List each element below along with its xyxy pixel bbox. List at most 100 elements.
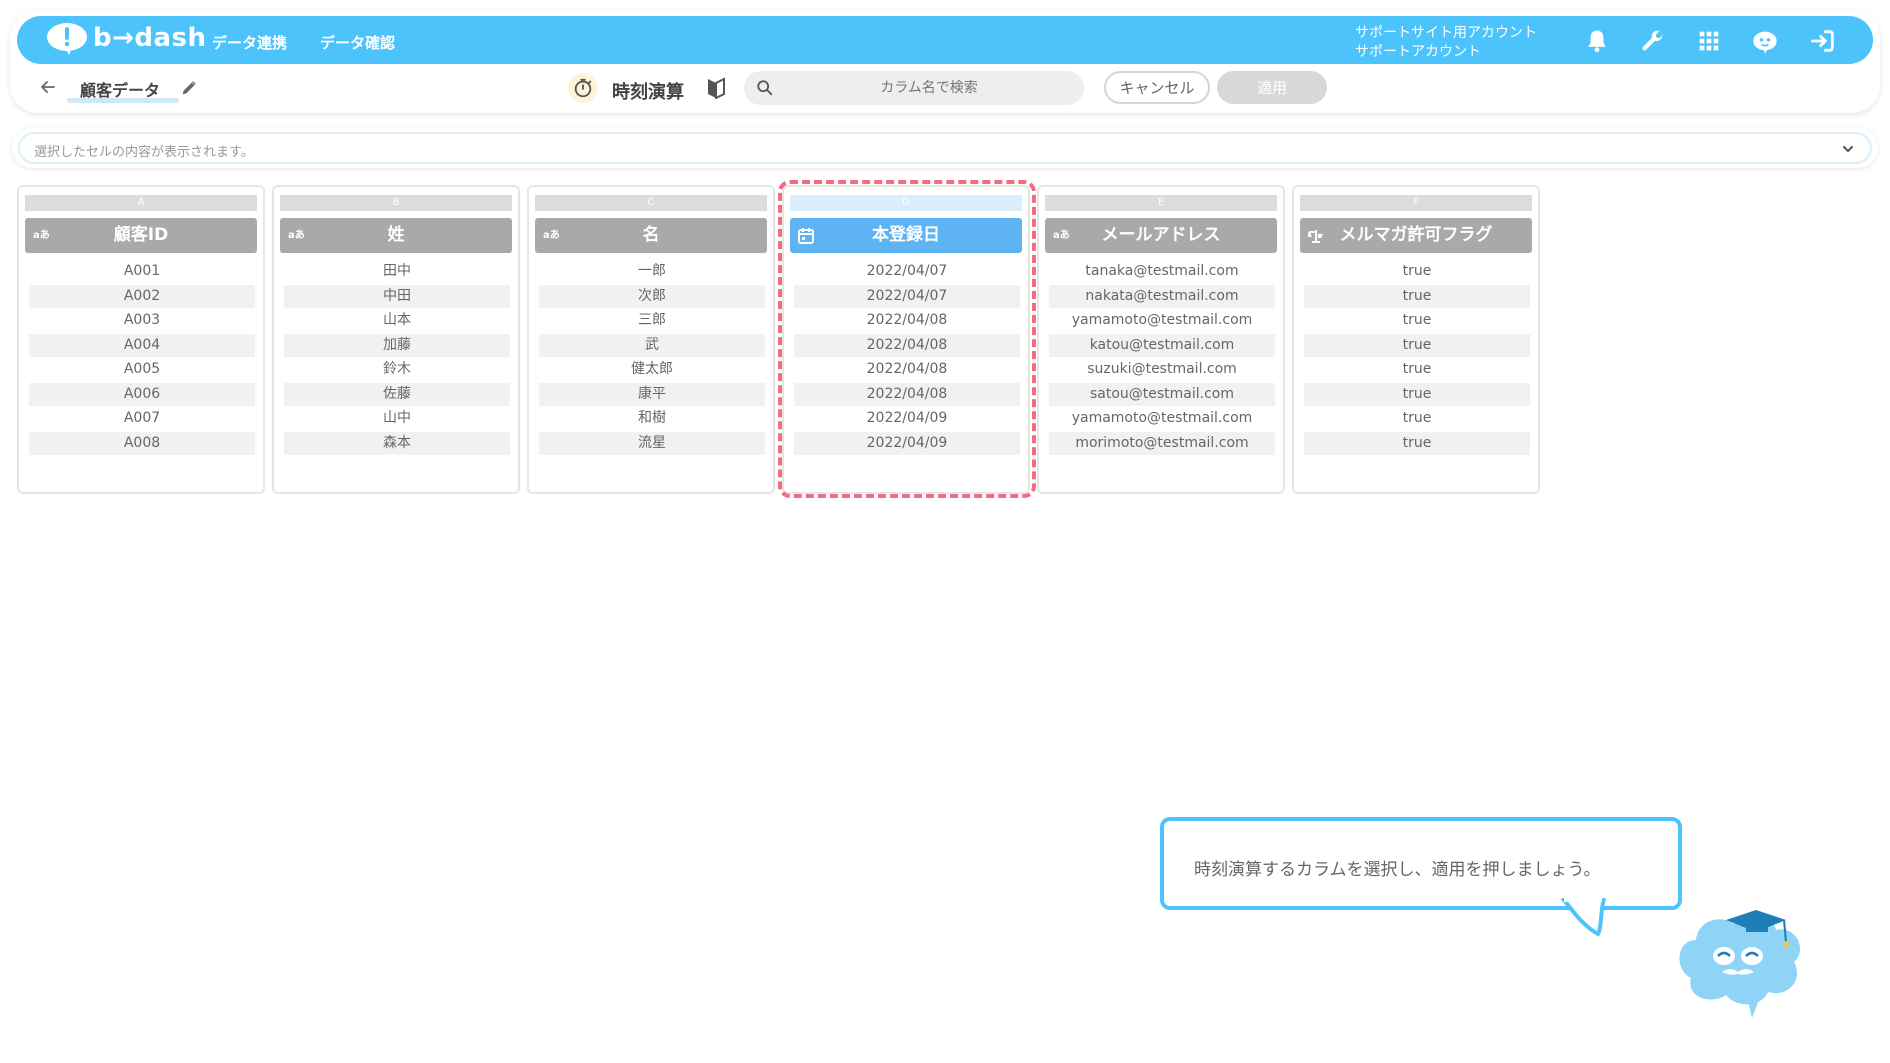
table-cell[interactable]: true — [1304, 358, 1530, 381]
account-info[interactable]: サポートサイト用アカウント サポートアカウント — [1355, 24, 1537, 62]
text-type-icon: aあ — [1053, 230, 1070, 241]
column-header[interactable]: 本登録日 — [790, 218, 1022, 253]
column-header-label: 姓 — [387, 225, 405, 245]
column-search[interactable] — [744, 71, 1084, 105]
table-cell[interactable]: A005 — [29, 358, 255, 381]
column-letter: C — [535, 195, 767, 211]
table-cell[interactable]: A002 — [29, 284, 255, 308]
account-site-name: サポートサイト用アカウント — [1355, 25, 1537, 41]
column-header[interactable]: aあ 顧客ID — [25, 218, 257, 253]
nav-data-integration[interactable]: データ連携 — [212, 32, 287, 53]
table-cell[interactable]: A001 — [29, 260, 255, 283]
stopwatch-icon — [568, 73, 598, 103]
table-cell[interactable]: true — [1304, 431, 1530, 455]
column-letter: A — [25, 195, 257, 211]
table-cell[interactable]: 山中 — [284, 407, 510, 430]
table-cell[interactable]: 2022/04/08 — [794, 382, 1020, 406]
table-cell[interactable]: 2022/04/07 — [794, 260, 1020, 283]
table-cell[interactable]: A004 — [29, 333, 255, 357]
column-letter: B — [280, 195, 512, 211]
calendar-icon — [798, 228, 814, 244]
table-cell[interactable]: 2022/04/07 — [794, 284, 1020, 308]
table-cell[interactable]: 和樹 — [539, 407, 765, 430]
account-user-name: サポートアカウント — [1355, 44, 1481, 60]
search-input[interactable] — [784, 71, 1074, 105]
column-header-label: 名 — [642, 225, 660, 245]
nav-data-check[interactable]: データ確認 — [320, 32, 395, 53]
back-arrow-icon[interactable] — [38, 77, 58, 97]
table-cell[interactable]: A008 — [29, 431, 255, 455]
table-cell[interactable]: 佐藤 — [284, 382, 510, 406]
column-header[interactable]: aあ 姓 — [280, 218, 512, 253]
table-cell[interactable]: nakata@testmail.com — [1049, 284, 1275, 308]
table-cell[interactable]: 健太郎 — [539, 358, 765, 381]
table-cell[interactable]: 中田 — [284, 284, 510, 308]
table-cell[interactable]: true — [1304, 260, 1530, 283]
panel-title: 時刻演算 — [612, 82, 684, 103]
table-cell[interactable]: 鈴木 — [284, 358, 510, 381]
bell-icon[interactable] — [1581, 25, 1613, 57]
text-type-icon: aあ — [33, 230, 50, 241]
table-cell[interactable]: yamamoto@testmail.com — [1049, 309, 1275, 332]
table-cell[interactable]: true — [1304, 333, 1530, 357]
chevron-down-icon[interactable] — [1840, 141, 1856, 157]
column-e[interactable]: Eaあ メールアドレス tanaka@testmail.com nakata@test… — [1037, 185, 1285, 494]
column-f[interactable]: F メルマガ許可フラグ true true true true true true true tr… — [1292, 185, 1540, 494]
table-cell[interactable]: 2022/04/09 — [794, 431, 1020, 455]
table-cell[interactable]: yamamoto@testmail.com — [1049, 407, 1275, 430]
top-navigation-bar: b→dash データ連携 データ確認 サポートサイト用アカウント サポートアカウ… — [17, 16, 1873, 64]
wrench-icon[interactable] — [1637, 25, 1669, 57]
table-cell[interactable]: 2022/04/09 — [794, 407, 1020, 430]
table-cell[interactable]: 山本 — [284, 309, 510, 332]
table-cell[interactable]: true — [1304, 284, 1530, 308]
table-cell[interactable]: tanaka@testmail.com — [1049, 260, 1275, 283]
column-header[interactable]: aあ 名 — [535, 218, 767, 253]
table-cell[interactable]: true — [1304, 309, 1530, 332]
guide-tooltip: 時刻演算するカラムを選択し、適用を押しましょう。 — [1160, 817, 1682, 910]
table-cell[interactable]: 加藤 — [284, 333, 510, 357]
table-cell[interactable]: 2022/04/08 — [794, 358, 1020, 381]
table-cell[interactable]: 康平 — [539, 382, 765, 406]
table-cell[interactable]: 2022/04/08 — [794, 309, 1020, 332]
logo-text: b→dash — [93, 23, 207, 53]
beginner-mark-icon[interactable] — [706, 77, 726, 99]
table-cell[interactable]: A007 — [29, 407, 255, 430]
table-cell[interactable]: true — [1304, 407, 1530, 430]
table-cell[interactable]: 一郎 — [539, 260, 765, 283]
cancel-button[interactable]: キャンセル — [1104, 71, 1210, 104]
column-a[interactable]: Aaあ 顧客ID A001 A002 A003 A004 A005 A006 A007 A008 — [17, 185, 265, 494]
support-mascot-icon[interactable] — [1749, 25, 1781, 57]
column-header[interactable]: aあ メールアドレス — [1045, 218, 1277, 253]
table-cell[interactable]: morimoto@testmail.com — [1049, 431, 1275, 455]
table-cell[interactable]: A006 — [29, 382, 255, 406]
flag-type-icon — [1308, 230, 1323, 243]
column-header-label: 顧客ID — [113, 225, 169, 245]
tooltip-tail — [1560, 898, 1606, 936]
cell-content-field[interactable]: 選択したセルの内容が表示されます。 — [18, 132, 1872, 164]
table-cell[interactable]: 森本 — [284, 431, 510, 455]
guide-tooltip-text: 時刻演算するカラムを選択し、適用を押しましょう。 — [1194, 860, 1601, 880]
table-cell[interactable]: true — [1304, 382, 1530, 406]
apps-grid-icon[interactable] — [1693, 25, 1725, 57]
table-cell[interactable]: 田中 — [284, 260, 510, 283]
table-cell[interactable]: 三郎 — [539, 309, 765, 332]
app-logo[interactable]: b→dash — [45, 21, 207, 55]
column-c[interactable]: Caあ 名一郎 次郎 三郎武健太郎 康平 和樹 流星 — [527, 185, 775, 494]
table-cell[interactable]: 流星 — [539, 431, 765, 455]
column-header-label: メールアドレス — [1101, 225, 1221, 245]
column-header[interactable]: メルマガ許可フラグ — [1300, 218, 1532, 253]
table-cell[interactable]: katou@testmail.com — [1049, 333, 1275, 357]
pencil-edit-icon[interactable] — [180, 79, 198, 97]
apply-button[interactable]: 適用 — [1217, 71, 1327, 104]
table-cell[interactable]: 2022/04/08 — [794, 333, 1020, 357]
table-cell[interactable]: 武 — [539, 333, 765, 357]
column-d[interactable]: D 本登録日 2022/04/07 2022/04/07 2022/04/08 2022/… — [782, 185, 1030, 494]
column-b[interactable]: Baあ 姓田中 中田 山本 加藤 鈴木 佐藤 山中 森本 — [272, 185, 520, 494]
column-header-label: メルマガ許可フラグ — [1339, 225, 1493, 245]
logo-cloud-icon — [45, 21, 89, 55]
table-cell[interactable]: satou@testmail.com — [1049, 382, 1275, 406]
table-cell[interactable]: A003 — [29, 309, 255, 332]
logout-icon[interactable] — [1807, 25, 1839, 57]
table-cell[interactable]: suzuki@testmail.com — [1049, 358, 1275, 381]
table-cell[interactable]: 次郎 — [539, 284, 765, 308]
